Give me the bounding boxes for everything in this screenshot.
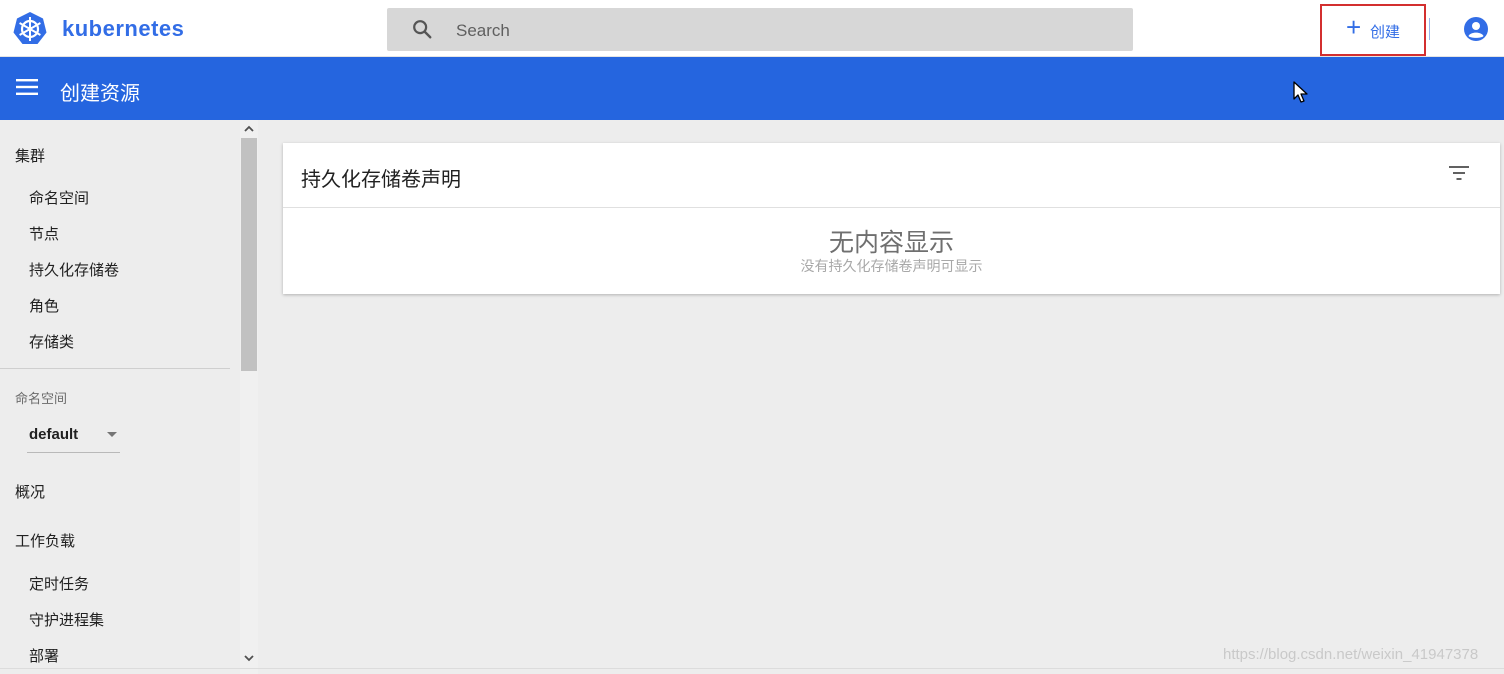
sidebar-item-namespaces[interactable]: 命名空间 <box>29 187 89 208</box>
chevron-down-icon <box>107 432 117 437</box>
chevron-down-icon[interactable] <box>243 652 255 664</box>
toolbar-divider <box>1429 18 1430 40</box>
create-label: 创建 <box>1370 24 1401 41</box>
empty-state-subtitle: 没有持久化存储卷声明可显示 <box>800 258 983 274</box>
sidebar-item-cron-jobs[interactable]: 定时任务 <box>29 573 89 594</box>
search-bar[interactable]: Search <box>387 8 1133 51</box>
chevron-up-icon[interactable] <box>243 123 255 135</box>
scrollbar-thumb[interactable] <box>241 138 257 371</box>
card-title: 持久化存储卷声明 <box>301 169 461 191</box>
account-icon[interactable] <box>1463 16 1489 42</box>
sidebar-heading-cluster[interactable]: 集群 <box>15 145 45 166</box>
search-input[interactable]: Search <box>456 21 510 41</box>
sidebar-item-daemon-sets[interactable]: 守护进程集 <box>29 609 104 630</box>
bottom-divider <box>0 668 1504 669</box>
card-divider <box>283 207 1500 208</box>
brand-name[interactable]: kubernetes <box>62 16 184 42</box>
namespace-value: default <box>29 426 79 443</box>
plus-icon: + <box>1346 12 1362 42</box>
sidebar: 集群 命名空间 节点 持久化存储卷 角色 存储类 命名空间 default 概况… <box>0 120 240 674</box>
sidebar-item-deployments[interactable]: 部署 <box>29 645 59 666</box>
create-button[interactable]: + 创建 <box>1320 4 1426 56</box>
pvc-card: 持久化存储卷声明 无内容显示 没有持久化存储卷声明可显示 <box>283 143 1500 294</box>
watermark: https://blog.csdn.net/weixin_41947378 <box>1223 646 1479 663</box>
empty-state-title: 无内容显示 <box>828 229 954 257</box>
sidebar-item-nodes[interactable]: 节点 <box>29 223 59 244</box>
sidebar-heading-workloads[interactable]: 工作负载 <box>15 530 75 551</box>
sidebar-scrollbar[interactable] <box>240 120 258 674</box>
page-title: 创建资源 <box>60 83 140 105</box>
sidebar-item-roles[interactable]: 角色 <box>29 295 59 316</box>
sidebar-item-persistent-volumes[interactable]: 持久化存储卷 <box>29 259 119 280</box>
top-bar: kubernetes Search + 创建 <box>0 0 1504 57</box>
menu-icon[interactable] <box>16 78 38 96</box>
namespace-select[interactable]: default <box>27 420 120 453</box>
sidebar-item-storage-classes[interactable]: 存储类 <box>29 331 74 352</box>
sidebar-divider <box>0 368 230 369</box>
sidebar-item-overview[interactable]: 概况 <box>15 481 45 502</box>
kubernetes-logo-icon[interactable] <box>12 11 48 47</box>
namespace-label: 命名空间 <box>15 391 68 406</box>
filter-icon[interactable] <box>1449 165 1469 181</box>
search-icon <box>413 20 432 39</box>
page-header: 创建资源 <box>0 57 1504 120</box>
mouse-cursor-icon <box>1293 81 1308 103</box>
